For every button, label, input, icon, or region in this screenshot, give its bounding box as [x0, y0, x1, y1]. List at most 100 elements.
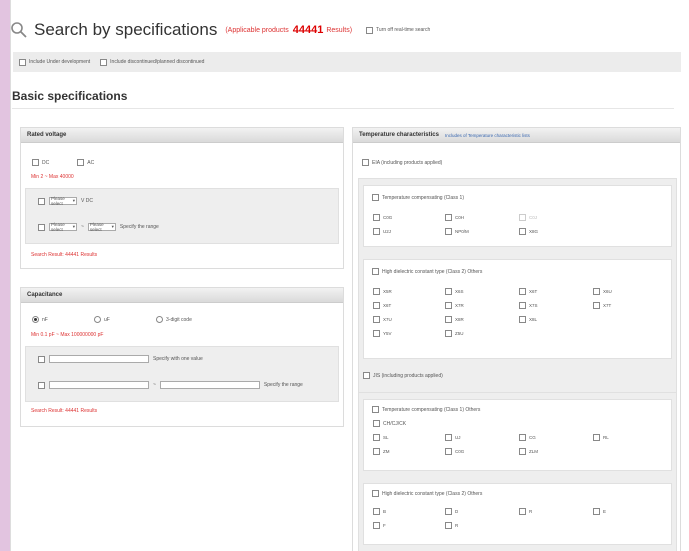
grid-checkbox[interactable]: [519, 228, 526, 235]
grid-item[interactable]: NP0/M: [445, 228, 469, 235]
grid-checkbox[interactable]: [593, 288, 600, 295]
grid-item[interactable]: X7S: [519, 302, 538, 309]
eia-hd-option[interactable]: High dielectric constant type (Class 2) …: [372, 268, 482, 275]
grid-checkbox[interactable]: [519, 434, 526, 441]
voltage-select[interactable]: Please select ▾: [49, 196, 77, 206]
grid-item[interactable]: X8R: [445, 316, 464, 323]
grid-item[interactable]: X6T: [519, 288, 537, 295]
grid-checkbox[interactable]: [445, 330, 452, 337]
nf-radio[interactable]: [32, 316, 39, 323]
eia-hd-checkbox[interactable]: [372, 268, 379, 275]
voltage-min-select[interactable]: Please select ▾: [49, 222, 77, 232]
uf-radio[interactable]: [94, 316, 101, 323]
grid-item[interactable]: D: [445, 508, 458, 515]
grid-checkbox[interactable]: [373, 434, 380, 441]
grid-item[interactable]: U2J: [373, 228, 391, 235]
grid-item[interactable]: R: [445, 522, 458, 529]
grid-checkbox[interactable]: [445, 288, 452, 295]
grid-checkbox[interactable]: [445, 434, 452, 441]
grid-checkbox[interactable]: [373, 214, 380, 221]
grid-item[interactable]: E: [593, 508, 606, 515]
unit-code-option[interactable]: 3-digit code: [156, 316, 192, 323]
grid-checkbox[interactable]: [373, 228, 380, 235]
grid-checkbox[interactable]: [373, 508, 380, 515]
realtime-toggle[interactable]: Turn off real-time search: [366, 26, 430, 34]
jis-hd-checkbox[interactable]: [372, 490, 379, 497]
grid-checkbox[interactable]: [373, 330, 380, 337]
grid-item[interactable]: ZM: [373, 448, 390, 455]
realtime-checkbox[interactable]: [366, 26, 374, 34]
grid-checkbox[interactable]: [445, 508, 452, 515]
capacitance-single-checkbox[interactable]: [38, 355, 45, 363]
grid-item[interactable]: X7T: [593, 302, 611, 309]
capacitance-value-input[interactable]: [49, 355, 149, 363]
grid-checkbox[interactable]: [593, 434, 600, 441]
grid-checkbox[interactable]: [373, 448, 380, 455]
grid-checkbox[interactable]: [593, 302, 600, 309]
grid-item[interactable]: X6U: [593, 288, 612, 295]
unit-uf-option[interactable]: uF: [94, 316, 110, 323]
jis-tc-option[interactable]: Temperature compensating (Class 1) Other…: [372, 406, 480, 413]
grid-item[interactable]: X7R: [445, 302, 464, 309]
grid-checkbox[interactable]: [373, 302, 380, 309]
jis-tc-checkbox[interactable]: [372, 406, 379, 413]
voltage-range-checkbox[interactable]: [38, 223, 45, 231]
grid-item[interactable]: C0H: [445, 214, 464, 221]
eia-checkbox[interactable]: [362, 159, 369, 166]
grid-checkbox[interactable]: [373, 522, 380, 529]
include-discontinued[interactable]: Include discontinued/planned discontinue…: [100, 58, 204, 66]
capacitance-min-input[interactable]: [49, 381, 149, 389]
grid-checkbox[interactable]: [445, 316, 452, 323]
grid-checkbox[interactable]: [445, 214, 452, 221]
ac-checkbox[interactable]: [77, 159, 85, 166]
jis-tc-sub-option[interactable]: CH/CJ/CK: [373, 420, 406, 427]
discontinued-checkbox[interactable]: [100, 58, 108, 66]
capacitance-range-checkbox[interactable]: [38, 381, 45, 389]
grid-item[interactable]: Y5V: [373, 330, 392, 337]
grid-item[interactable]: ZLM: [519, 448, 538, 455]
grid-item[interactable]: X5R: [373, 288, 392, 295]
grid-checkbox[interactable]: [519, 448, 526, 455]
grid-checkbox[interactable]: [445, 302, 452, 309]
capacitance-max-input[interactable]: [159, 381, 260, 389]
jis-tc-sub-checkbox[interactable]: [373, 420, 380, 427]
grid-item[interactable]: B: [373, 508, 386, 515]
grid-item[interactable]: X7U: [373, 316, 392, 323]
grid-checkbox[interactable]: [593, 508, 600, 515]
grid-item[interactable]: SL: [373, 434, 389, 441]
eia-option[interactable]: EIA (including products applied): [362, 159, 442, 166]
jis-option[interactable]: JIS (including products applied): [363, 372, 443, 379]
under-development-checkbox[interactable]: [19, 58, 26, 66]
grid-checkbox[interactable]: [445, 448, 452, 455]
grid-checkbox[interactable]: [373, 316, 380, 323]
grid-item[interactable]: R: [519, 508, 532, 515]
jis-checkbox[interactable]: [363, 372, 370, 379]
unit-nf-option[interactable]: nF: [32, 316, 48, 323]
jis-hd-option[interactable]: High dielectric constant type (Class 2) …: [372, 490, 482, 497]
grid-item[interactable]: X8G: [519, 228, 538, 235]
eia-tc-checkbox[interactable]: [372, 194, 379, 201]
grid-item[interactable]: C0G: [373, 214, 392, 221]
voltage-ac-option[interactable]: AC: [77, 159, 94, 166]
grid-item[interactable]: F: [373, 522, 386, 529]
grid-item[interactable]: X6T: [373, 302, 391, 309]
grid-checkbox[interactable]: [445, 522, 452, 529]
grid-item[interactable]: C0G: [445, 448, 464, 455]
grid-item[interactable]: UJ: [445, 434, 461, 441]
voltage-single-checkbox[interactable]: [38, 197, 45, 205]
grid-item[interactable]: CG: [519, 434, 536, 441]
grid-item[interactable]: Z5U: [445, 330, 464, 337]
grid-checkbox[interactable]: [519, 508, 526, 515]
dc-checkbox[interactable]: [32, 159, 39, 166]
grid-checkbox[interactable]: [519, 302, 526, 309]
grid-item[interactable]: RL: [593, 434, 609, 441]
temperature-list-link[interactable]: Includes of Temperature characteristic l…: [445, 133, 530, 138]
eia-tc-option[interactable]: Temperature compensating (Class 1): [372, 194, 464, 201]
grid-checkbox[interactable]: [519, 316, 526, 323]
grid-item[interactable]: X6S: [445, 288, 464, 295]
grid-checkbox[interactable]: [445, 228, 452, 235]
voltage-max-select[interactable]: Please select ▾: [87, 222, 116, 232]
include-under-development[interactable]: Include Under development: [19, 58, 90, 66]
grid-checkbox[interactable]: [373, 288, 380, 295]
voltage-dc-option[interactable]: DC: [32, 159, 49, 166]
